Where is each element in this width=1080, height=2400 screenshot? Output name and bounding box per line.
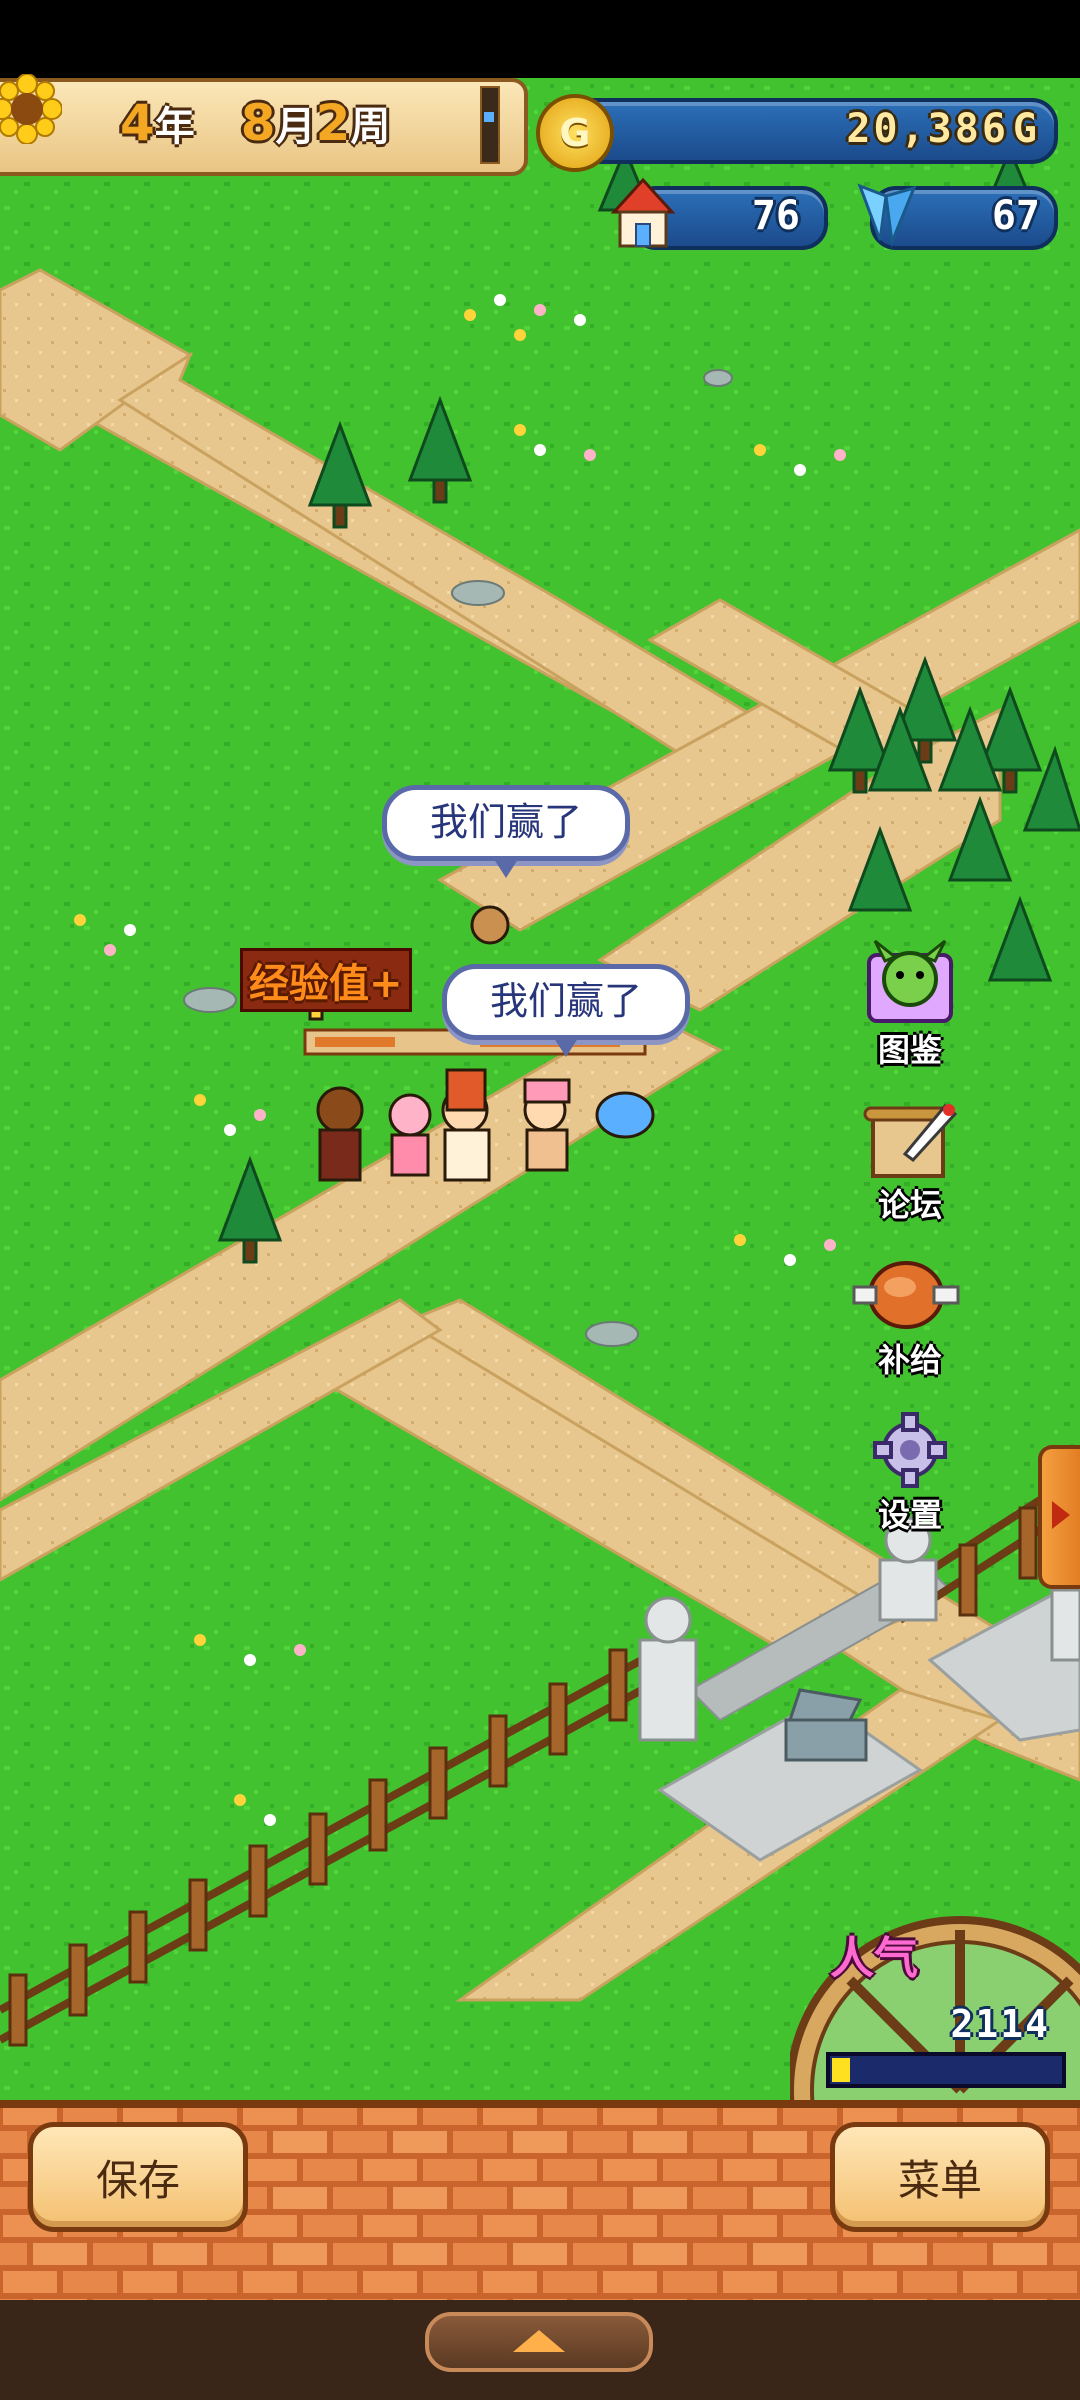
status-bar <box>0 0 1080 78</box>
week-unit: 周 <box>350 104 391 150</box>
scroll-quill-icon <box>855 1100 965 1180</box>
exp-gain-text: 经验值+ <box>240 948 412 1012</box>
gold-coin-symbol: G <box>559 111 591 155</box>
month-unit: 月 <box>275 104 316 150</box>
year-unit: 年 <box>154 104 195 150</box>
popularity-bar-fill <box>832 2058 850 2082</box>
save-label: 保存 <box>95 2155 180 2205</box>
date-progress-bar <box>480 86 500 164</box>
gold-value: 20,386 G <box>640 102 1040 156</box>
popularity-value: 2114 <box>950 2002 1050 2046</box>
game-map[interactable] <box>0 78 1080 2100</box>
encyclopedia-button[interactable]: 图鉴 <box>845 935 975 1071</box>
menu-button[interactable]: 菜单 <box>830 2122 1050 2232</box>
dragon-encyclopedia-icon <box>855 935 965 1025</box>
forum-label: 论坛 <box>877 1186 942 1224</box>
month-number: 8 <box>240 94 276 152</box>
forum-button[interactable]: 论坛 <box>845 1100 975 1226</box>
year-number: 4 <box>120 94 155 152</box>
dragon-statue <box>784 1688 868 1762</box>
speech-bubble: 我们赢了 <box>442 964 690 1057</box>
side-panel-expand-button[interactable] <box>1038 1445 1080 1589</box>
house-icon <box>608 176 678 250</box>
supply-label: 补给 <box>877 1341 942 1379</box>
supply-button[interactable]: 补给 <box>845 1255 975 1381</box>
speech-bubble: 我们赢了 <box>382 785 630 878</box>
game-screen: 4年 8月 2周 G 20,386G 76 67 我们赢了 我们赢了 经验值+ <box>0 0 1080 2400</box>
week-number: 2 <box>315 94 351 152</box>
sunflower-icon <box>0 73 63 145</box>
settings-button[interactable]: 设置 <box>845 1410 975 1536</box>
date-text: 4年 8月 2周 <box>120 88 390 158</box>
gold-unit: G <box>1012 106 1040 152</box>
crystal-value: 67 <box>991 193 1040 239</box>
meat-icon <box>850 1255 970 1335</box>
gold-coin-icon: G <box>536 94 614 172</box>
arrow-up-icon <box>513 2330 565 2352</box>
gold-amount: 20,386 <box>846 106 1009 152</box>
expand-up-button[interactable] <box>425 2312 653 2372</box>
save-button[interactable]: 保存 <box>28 2122 248 2232</box>
house-value: 76 <box>751 193 800 239</box>
crystal-icon <box>850 176 924 250</box>
popularity-gauge: 人气 2114 <box>790 1900 1080 2100</box>
popularity-bar <box>826 2052 1066 2088</box>
encyclopedia-label: 图鉴 <box>877 1031 942 1069</box>
settings-label: 设置 <box>877 1496 942 1534</box>
menu-label: 菜单 <box>897 2155 982 2205</box>
gear-icon <box>855 1410 965 1490</box>
arrow-right-icon <box>1052 1501 1070 1529</box>
popularity-label: 人气 <box>830 1933 918 1984</box>
